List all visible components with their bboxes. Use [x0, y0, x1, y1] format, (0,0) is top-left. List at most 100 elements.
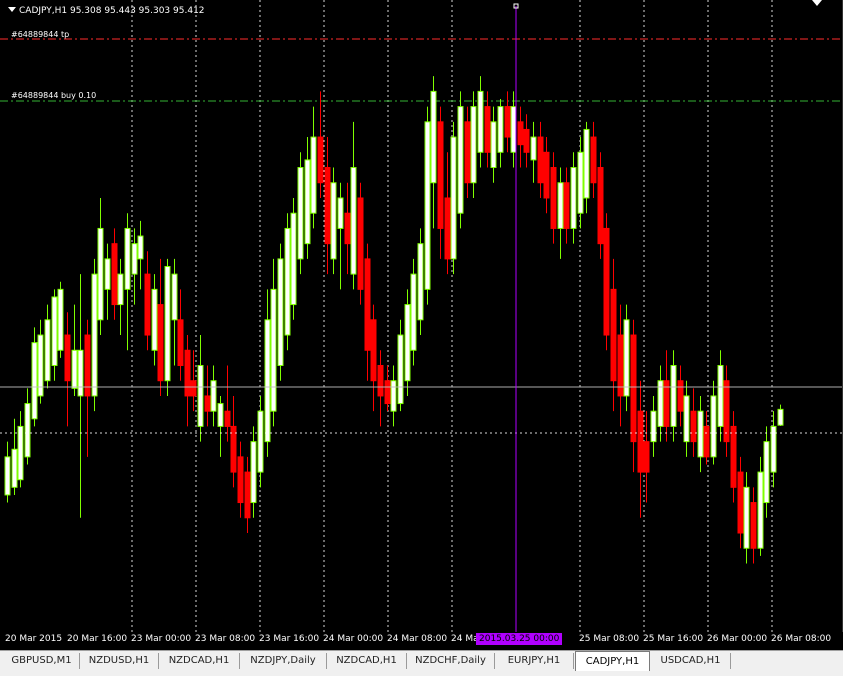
tab-nzdchf-daily[interactable]: NZDCHF,Daily — [407, 653, 495, 669]
time-label: 24 Mar 08:00 — [387, 634, 448, 644]
candle-bear — [590, 136, 597, 184]
candle-bear — [64, 334, 71, 382]
candle-bull — [11, 448, 18, 488]
candle-bull — [297, 167, 304, 260]
candle-bull — [410, 273, 417, 351]
tab-eurjpy-h1[interactable]: EURJPY,H1 — [495, 653, 574, 669]
candle-bull — [250, 441, 257, 504]
time-label: 26 Mar 00:00 — [707, 634, 768, 644]
candle-bull — [17, 425, 24, 481]
candle-bull — [777, 408, 784, 426]
candle-bull — [430, 90, 437, 184]
candle-bear — [543, 151, 550, 199]
candle-bear — [550, 167, 557, 229]
candle-bull — [304, 159, 311, 245]
candle-bull — [290, 212, 297, 306]
candle-bull — [577, 151, 584, 214]
candle-bull — [397, 334, 404, 405]
candle-bull — [717, 364, 724, 427]
tab-nzdcad-h1-2[interactable]: NZDCAD,H1 — [327, 653, 407, 669]
candle-bull — [31, 342, 38, 420]
candle-bull — [337, 197, 344, 229]
candle-bull — [24, 403, 31, 458]
candle-bull — [710, 395, 717, 458]
time-label: 20 Mar 16:00 — [67, 634, 128, 644]
candle-bull — [330, 182, 337, 260]
tab-cadjpy-h1[interactable]: CADJPY,H1 — [575, 651, 650, 671]
chart-shift-marker-icon[interactable] — [812, 0, 822, 6]
tab-nzdusd-h1[interactable]: NZDUSD,H1 — [80, 653, 159, 669]
candle-bear — [637, 410, 644, 473]
tab-usdcad-h1[interactable]: USDCAD,H1 — [651, 653, 731, 669]
candle-bull — [124, 227, 131, 290]
candle-bull — [450, 136, 457, 260]
candle-bull — [217, 403, 224, 427]
chart-tabs-bar: GBPUSD,M1 NZDUSD,H1 NZDCAD,H1 NZDJPY,Dai… — [0, 650, 843, 676]
candle-bull — [91, 273, 98, 397]
candle-bear — [204, 395, 211, 412]
candle-bull — [583, 128, 590, 199]
tab-nzdcad-h1[interactable]: NZDCAD,H1 — [159, 653, 240, 669]
candle-bear — [537, 136, 544, 184]
candles-layer — [4, 76, 784, 564]
price-chart[interactable]: CADJPY,H1 95.308 95.443 95.303 95.412 #6… — [0, 0, 843, 632]
candle-bear — [737, 471, 744, 534]
chart-title-text: CADJPY,H1 95.308 95.443 95.303 95.412 — [19, 6, 205, 16]
candle-bull — [683, 395, 690, 443]
candle-bear — [504, 106, 511, 138]
candle-bear — [523, 128, 530, 153]
candle-bear — [677, 380, 684, 412]
candle-bull — [623, 319, 630, 397]
candle-bear — [444, 197, 451, 260]
time-label: 25 Mar 16:00 — [643, 634, 704, 644]
time-label: 23 Mar 08:00 — [195, 634, 256, 644]
candle-bear — [357, 197, 364, 290]
candle-bull — [477, 90, 484, 153]
crosshair-time-label: 2015.03.25 00:00 — [476, 633, 563, 645]
candle-bull — [390, 380, 397, 412]
candle-bull — [350, 167, 357, 275]
candle-bull — [44, 319, 51, 382]
candle-bear — [384, 380, 391, 405]
candle-bear — [630, 334, 637, 443]
tab-nzdjpy-daily[interactable]: NZDJPY,Daily — [240, 653, 327, 669]
candle-bull — [97, 227, 104, 321]
candle-bull — [131, 243, 138, 275]
candle-bear — [464, 121, 471, 184]
candle-bull — [164, 266, 171, 382]
candle-bull — [404, 304, 411, 382]
time-label: 23 Mar 16:00 — [259, 634, 320, 644]
candle-bull — [670, 364, 677, 427]
candle-bull — [497, 106, 504, 153]
candle-bull — [197, 364, 204, 427]
candle-bear — [597, 167, 604, 245]
candle-bear — [517, 121, 524, 146]
candle-bear — [184, 349, 191, 397]
candle-bull — [657, 380, 664, 427]
candle-bear — [663, 380, 670, 427]
candle-bull — [284, 227, 291, 336]
candle-bull — [530, 136, 537, 161]
candle-bull — [697, 410, 704, 458]
chart-canvas[interactable] — [0, 0, 843, 632]
candle-bear — [563, 182, 570, 229]
candle-bull — [57, 288, 64, 351]
candle-bear — [603, 227, 610, 336]
candle-bear — [703, 425, 710, 458]
candle-bull — [171, 273, 178, 321]
chevron-down-icon[interactable] — [8, 7, 16, 12]
candle-bull — [763, 441, 770, 504]
time-label: 26 Mar 08:00 — [771, 634, 832, 644]
candle-bear — [177, 319, 184, 366]
candle-bull — [310, 136, 317, 214]
candle-bear — [370, 319, 377, 382]
candle-bear — [224, 410, 231, 427]
candle-bear — [344, 212, 351, 245]
candle-bull — [270, 288, 277, 412]
tab-gbpusd-m1[interactable]: GBPUSD,M1 — [4, 653, 80, 669]
candle-bear — [324, 167, 331, 245]
candle-bear — [157, 304, 164, 382]
candle-bear — [730, 425, 737, 488]
order-tp-label: #64889844 tp — [11, 30, 70, 39]
candle-bear — [364, 258, 371, 351]
